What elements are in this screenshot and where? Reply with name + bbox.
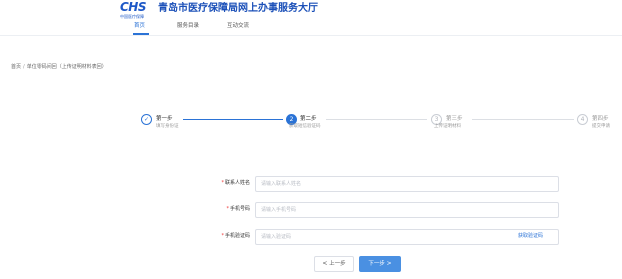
logo-subtext: 中国医疗保障: [120, 14, 144, 19]
nav-item-interaction[interactable]: 互动交流: [227, 22, 249, 30]
prev-step-label: 上一步: [329, 261, 346, 267]
chs-logo[interactable]: CHS 中国医疗保障: [120, 1, 154, 21]
contact-name-label: *联系人姓名: [190, 180, 250, 187]
step-connector-3: [472, 119, 574, 120]
next-step-button[interactable]: 下一步 >: [359, 256, 401, 272]
step-3-title: 第三步: [446, 116, 463, 122]
step-4-desc: 提交申请: [592, 124, 610, 129]
sms-code-label-text: 手机验证码: [224, 233, 250, 239]
contact-name-input[interactable]: [255, 176, 559, 192]
step-2-title: 第二步: [300, 116, 317, 122]
phone-input[interactable]: [255, 202, 559, 218]
step-4-number: 4: [577, 114, 588, 125]
breadcrumb-separator: /: [23, 64, 25, 70]
step-1-desc: 填写身份证: [156, 124, 179, 129]
nav-item-service-catalog[interactable]: 服务目录: [177, 22, 199, 30]
page-root: CHS 中国医疗保障 青岛市医疗保障局网上办事服务大厅 首页 服务目录 互动交流…: [0, 0, 622, 279]
contact-name-label-text: 联系人姓名: [224, 180, 250, 186]
next-step-label: 下一步: [368, 261, 385, 267]
step-4-title: 第四步: [592, 116, 609, 122]
chevron-right-icon: >: [386, 260, 392, 267]
step-1-title: 第一步: [156, 116, 173, 122]
phone-label: *手机号码: [190, 206, 250, 213]
step-1-check-icon: ✓: [141, 114, 152, 125]
prev-step-button[interactable]: < 上一步: [314, 256, 354, 272]
breadcrumb-home[interactable]: 首页: [11, 64, 21, 70]
sms-code-label: *手机验证码: [190, 233, 250, 240]
phone-label-text: 手机号码: [229, 206, 250, 212]
step-3-desc: 上传证明材料: [434, 124, 461, 129]
breadcrumb-current: 单位零码间回（上传证明材料表回）: [26, 64, 107, 70]
site-header: CHS 中国医疗保障 青岛市医疗保障局网上办事服务大厅 首页 服务目录 互动交流: [0, 0, 622, 36]
step-2-desc: 获取短信验证码: [289, 124, 321, 129]
nav-active-underline: [133, 33, 149, 35]
breadcrumb: 首页 / 单位零码间回（上传证明材料表回）: [11, 64, 107, 71]
logo-mark-text: CHS: [120, 0, 147, 14]
nav-item-home[interactable]: 首页: [134, 22, 145, 30]
sms-code-input[interactable]: [255, 229, 559, 245]
chevron-left-icon: <: [322, 260, 328, 267]
required-mark: *: [221, 180, 224, 186]
site-title: 青岛市医疗保障局网上办事服务大厅: [158, 3, 318, 14]
required-mark: *: [221, 233, 224, 239]
step-connector-2: [326, 119, 427, 120]
get-code-button[interactable]: 获取验证码: [518, 233, 543, 240]
step-connector-1: [183, 119, 283, 120]
required-mark: *: [226, 206, 229, 212]
